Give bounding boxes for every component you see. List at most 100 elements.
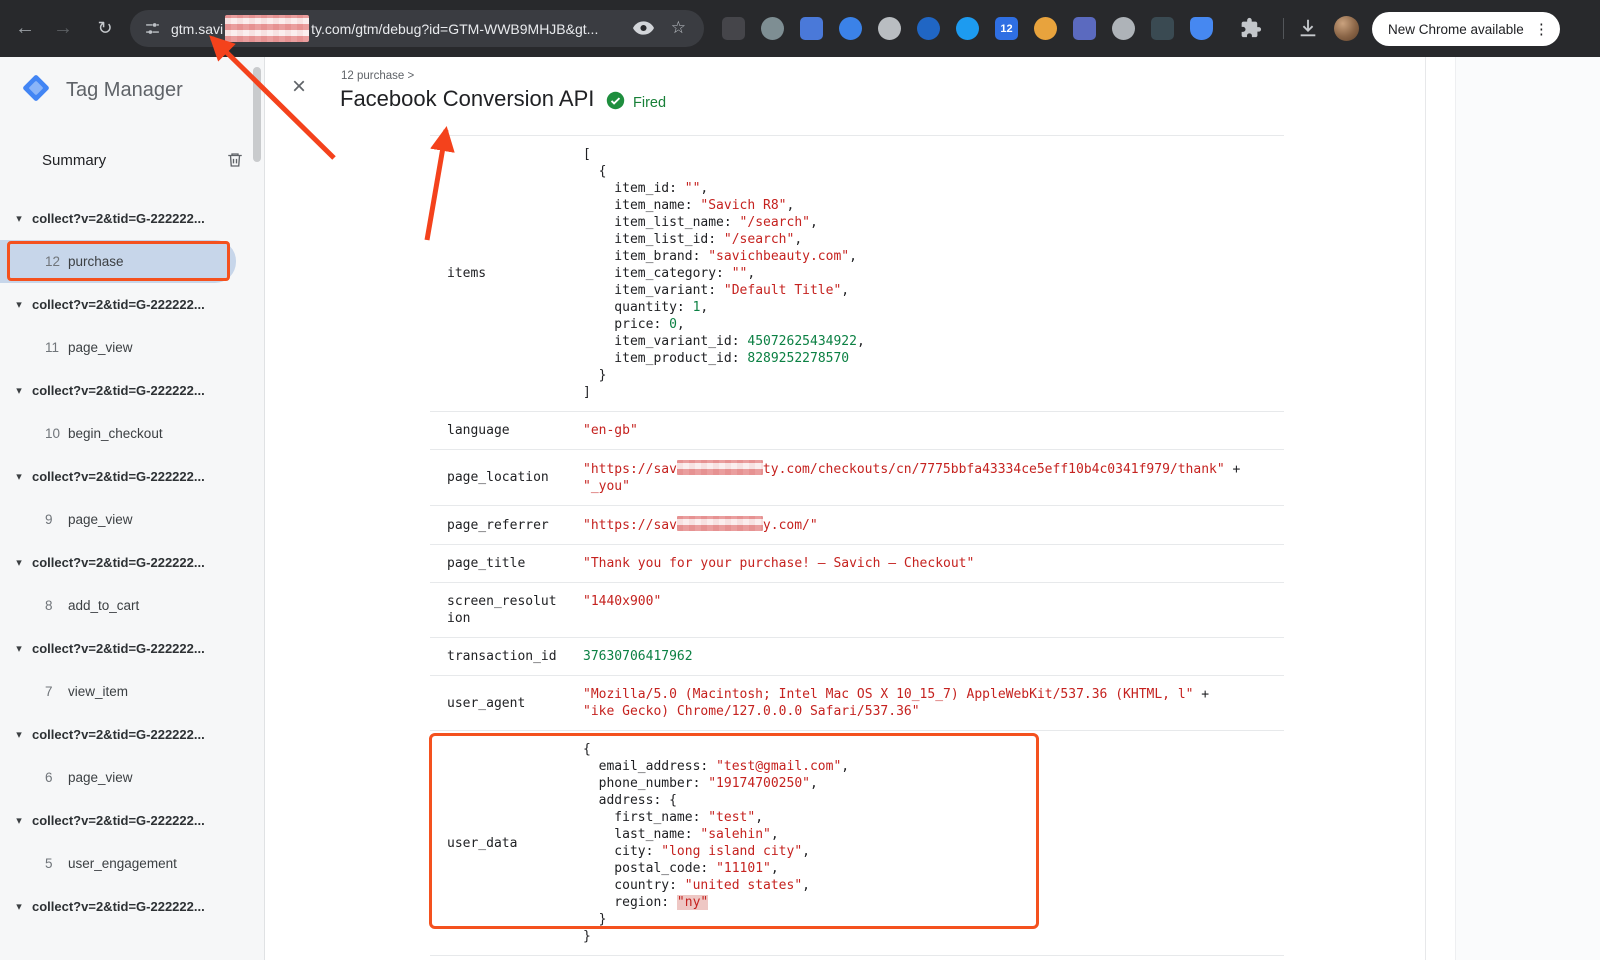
extension-icon-2[interactable] bbox=[761, 17, 784, 40]
code-token: , bbox=[755, 810, 763, 825]
extension-icon-4[interactable] bbox=[839, 17, 862, 40]
clear-trash-icon[interactable] bbox=[226, 150, 244, 170]
code-token: , bbox=[700, 300, 708, 315]
reload-icon[interactable]: ↻ bbox=[88, 0, 122, 57]
code-token: email_address: bbox=[583, 759, 716, 774]
tag-detail-panel: × 12 purchase > Facebook Conversion API … bbox=[266, 57, 1600, 960]
code-token: , bbox=[771, 861, 779, 876]
redaction-blur bbox=[677, 460, 763, 475]
profile-avatar[interactable] bbox=[1334, 16, 1359, 41]
code-token: } bbox=[583, 929, 591, 944]
site-settings-icon[interactable] bbox=[144, 20, 161, 37]
code-line: item_variant_id: 45072625434922, bbox=[583, 333, 865, 350]
event-item-user_engagement[interactable]: 5user_engagement bbox=[0, 842, 264, 885]
collapse-arrow-icon: ▾ bbox=[6, 384, 32, 397]
preview-eye-icon[interactable] bbox=[633, 21, 654, 40]
event-list: ▾collect?v=2&tid=G-222222...12purchase▾c… bbox=[0, 197, 264, 928]
code-token: [ bbox=[583, 147, 591, 162]
extension-icon-7[interactable] bbox=[956, 17, 979, 40]
code-line: ] bbox=[583, 384, 865, 401]
event-group-header[interactable]: ▾collect?v=2&tid=G-222222... bbox=[0, 455, 264, 498]
code-token: , bbox=[677, 317, 685, 332]
event-data-table: items[ { item_id: "", item_name: "Savich… bbox=[430, 123, 1284, 956]
code-token: } bbox=[583, 368, 606, 383]
extension-icon-5[interactable] bbox=[878, 17, 901, 40]
breadcrumb[interactable]: 12 purchase > bbox=[341, 70, 414, 82]
event-group-header[interactable]: ▾collect?v=2&tid=G-222222... bbox=[0, 885, 264, 928]
code-token: "" bbox=[685, 181, 701, 196]
event-group-header[interactable]: ▾collect?v=2&tid=G-222222... bbox=[0, 713, 264, 756]
code-token: country: bbox=[583, 878, 685, 893]
extension-icon-13[interactable] bbox=[1190, 17, 1213, 40]
code-line: "1440x900" bbox=[583, 593, 661, 610]
kv-value: "1440x900" bbox=[583, 593, 661, 627]
sidebar-scrollbar[interactable] bbox=[253, 67, 261, 162]
extension-icon-8[interactable]: 12 bbox=[995, 17, 1018, 40]
kv-value: { email_address: "test@gmail.com", phone… bbox=[583, 741, 849, 945]
event-group-header[interactable]: ▾collect?v=2&tid=G-222222... bbox=[0, 369, 264, 412]
event-number: 9 bbox=[45, 512, 68, 527]
downloads-icon[interactable] bbox=[1297, 17, 1319, 44]
event-group-label: collect?v=2&tid=G-222222... bbox=[32, 813, 205, 828]
event-item-page_view[interactable]: 11page_view bbox=[0, 326, 264, 369]
code-line: item_category: "", bbox=[583, 265, 865, 282]
code-line: } bbox=[583, 928, 849, 945]
summary-row[interactable]: Summary bbox=[0, 139, 264, 181]
kv-row-user_agent: user_agent"Mozilla/5.0 (Macintosh; Intel… bbox=[430, 676, 1284, 731]
code-line: "ike Gecko) Chrome/127.0.0.0 Safari/537.… bbox=[583, 703, 1209, 720]
kv-value: "Thank you for your purchase! — Savich —… bbox=[583, 555, 974, 572]
kv-row-page_referrer: page_referrer"https://savy.com/" bbox=[430, 506, 1284, 545]
code-token: } bbox=[583, 912, 606, 927]
bookmark-star-icon[interactable]: ☆ bbox=[671, 18, 686, 38]
redaction-blur bbox=[677, 516, 763, 531]
extension-icon-9[interactable] bbox=[1034, 17, 1057, 40]
browser-toolbar: ← → ↻ gtm.savi ty.com/gtm/debug?id=GTM-W… bbox=[0, 0, 1600, 57]
menu-kebab-icon[interactable]: ⋮ bbox=[1534, 20, 1549, 38]
extension-icon-6[interactable] bbox=[917, 17, 940, 40]
event-item-purchase[interactable]: 12purchase bbox=[0, 240, 236, 283]
event-item-begin_checkout[interactable]: 10begin_checkout bbox=[0, 412, 264, 455]
forward-icon[interactable]: → bbox=[46, 0, 80, 57]
event-group-header[interactable]: ▾collect?v=2&tid=G-222222... bbox=[0, 197, 264, 240]
code-token: "savichbeauty.com" bbox=[708, 249, 849, 264]
event-item-page_view[interactable]: 6page_view bbox=[0, 756, 264, 799]
event-group-header[interactable]: ▾collect?v=2&tid=G-222222... bbox=[0, 541, 264, 584]
extension-icon-11[interactable] bbox=[1112, 17, 1135, 40]
event-item-page_view[interactable]: 9page_view bbox=[0, 498, 264, 541]
chrome-update-button[interactable]: New Chrome available ⋮ bbox=[1372, 12, 1560, 46]
code-line: phone_number: "19174700250", bbox=[583, 775, 849, 792]
event-name: purchase bbox=[68, 254, 124, 269]
event-number: 12 bbox=[45, 254, 68, 269]
extensions-puzzle-icon[interactable] bbox=[1240, 17, 1262, 44]
kv-value: "https://savty.com/checkouts/cn/7775bbfa… bbox=[583, 460, 1240, 495]
collapse-arrow-icon: ▾ bbox=[6, 900, 32, 913]
code-line: { bbox=[583, 163, 865, 180]
code-token: "/search" bbox=[740, 215, 810, 230]
code-token: "1440x900" bbox=[583, 594, 661, 609]
extension-icon-1[interactable] bbox=[722, 17, 745, 40]
code-line: "https://savty.com/checkouts/cn/7775bbfa… bbox=[583, 460, 1240, 478]
extension-icon-10[interactable] bbox=[1073, 17, 1096, 40]
back-icon[interactable]: ← bbox=[8, 0, 42, 57]
event-group-header[interactable]: ▾collect?v=2&tid=G-222222... bbox=[0, 799, 264, 842]
code-token: "19174700250" bbox=[708, 776, 810, 791]
event-number: 7 bbox=[45, 684, 68, 699]
code-token: last_name: bbox=[583, 827, 700, 842]
event-item-add_to_cart[interactable]: 8add_to_cart bbox=[0, 584, 264, 627]
code-line: postal_code: "11101", bbox=[583, 860, 849, 877]
event-group-header[interactable]: ▾collect?v=2&tid=G-222222... bbox=[0, 627, 264, 670]
url-bar[interactable]: gtm.savi ty.com/gtm/debug?id=GTM-WWB9MHJ… bbox=[130, 10, 704, 47]
kv-key: transaction_id bbox=[430, 648, 560, 665]
event-item-view_item[interactable]: 7view_item bbox=[0, 670, 264, 713]
kv-row-items: items[ { item_id: "", item_name: "Savich… bbox=[430, 136, 1284, 412]
code-line: item_id: "", bbox=[583, 180, 865, 197]
close-icon[interactable]: × bbox=[292, 75, 306, 99]
extension-icon-3[interactable] bbox=[800, 17, 823, 40]
code-token: "https://sav bbox=[583, 462, 677, 477]
status-text: Fired bbox=[633, 95, 666, 111]
event-group-header[interactable]: ▾collect?v=2&tid=G-222222... bbox=[0, 283, 264, 326]
code-line: item_list_id: "/search", bbox=[583, 231, 865, 248]
code-token: item_product_id: bbox=[583, 351, 747, 366]
code-token: address: { bbox=[583, 793, 677, 808]
extension-icon-12[interactable] bbox=[1151, 17, 1174, 40]
